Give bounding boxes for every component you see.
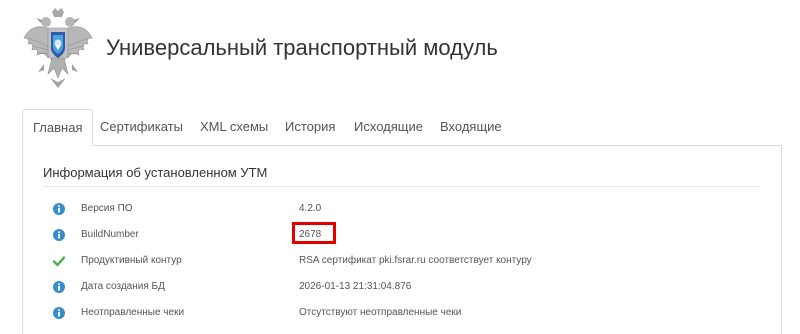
row-label: Дата создания БД <box>81 281 165 292</box>
tab-certificates[interactable]: Сертификаты <box>90 109 193 145</box>
tab-outgoing[interactable]: Исходящие <box>344 109 433 145</box>
tab-xml-schemas[interactable]: XML схемы <box>190 109 278 145</box>
header: Универсальный транспортный модуль <box>0 0 800 100</box>
main-tabs: Главная Сертификаты XML схемы История Ис… <box>22 109 782 146</box>
info-row-software-version: Версия ПО 4.2.0 <box>23 197 783 223</box>
row-label: Неотправленные чеки <box>81 307 185 318</box>
row-value: RSA сертификат pki.fsrar.ru соответствуе… <box>299 255 532 266</box>
page: Универсальный транспортный модуль Главна… <box>0 0 800 334</box>
info-icon <box>53 307 65 319</box>
tab-main[interactable]: Главная <box>22 109 94 146</box>
row-label: BuildNumber <box>81 229 139 240</box>
tab-incoming[interactable]: Входящие <box>430 109 512 145</box>
row-label: Версия ПО <box>81 203 133 214</box>
tab-history[interactable]: История <box>275 109 345 145</box>
info-icon <box>53 229 65 241</box>
app-title: Универсальный транспортный модуль <box>106 35 498 60</box>
highlight-box <box>292 222 336 244</box>
info-table: Версия ПО 4.2.0 BuildNumber 2678 Продукт… <box>23 197 783 327</box>
row-value: 4.2.0 <box>299 203 322 214</box>
section-divider <box>43 186 759 187</box>
info-row-unsent-receipts: Неотправленные чеки Отсутствуют неотправ… <box>23 301 783 327</box>
check-icon <box>53 256 65 267</box>
info-row-db-created: Дата создания БД 2026-01-13 21:31:04.876 <box>23 275 783 301</box>
row-value: Отсутствуют неотправленные чеки <box>299 307 462 318</box>
section-title: Информация об установленном УТМ <box>43 165 268 180</box>
info-row-production-contour: Продуктивный контур RSA сертификат pki.f… <box>23 249 783 275</box>
double-headed-eagle-emblem-icon <box>23 8 93 88</box>
row-label: Продуктивный контур <box>81 255 182 266</box>
info-icon <box>53 281 65 293</box>
info-icon <box>53 203 65 215</box>
row-value: 2026-01-13 21:31:04.876 <box>299 281 412 292</box>
main-panel: Информация об установленном УТМ Версия П… <box>22 145 782 334</box>
info-row-build-number: BuildNumber 2678 <box>23 222 783 249</box>
